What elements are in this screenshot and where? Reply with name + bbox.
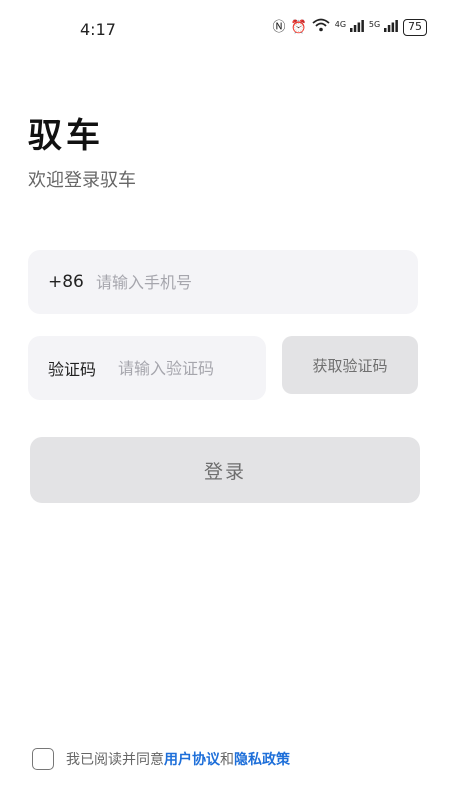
phone-field[interactable]: +86	[28, 250, 418, 314]
alarm-icon: ⏰	[290, 19, 307, 35]
code-field[interactable]: 验证码	[28, 336, 266, 400]
get-code-button[interactable]: 获取验证码	[282, 336, 418, 394]
status-icons: Ⓝ ⏰ 4G 5G 75	[273, 18, 427, 37]
phone-input[interactable]	[96, 272, 346, 292]
status-time: 4:17	[80, 20, 116, 39]
app-subtitle: 欢迎登录驭车	[28, 170, 136, 191]
status-bar: 4:17 Ⓝ ⏰ 4G 5G 75	[0, 0, 449, 56]
signal-4g-icon: 4G	[335, 20, 364, 35]
battery-icon: 75	[403, 19, 427, 36]
agreement-conjunction: 和	[220, 752, 234, 768]
login-button[interactable]: 登录	[30, 437, 420, 503]
signal-5g-icon: 5G	[369, 20, 398, 35]
code-input[interactable]	[118, 358, 258, 378]
privacy-policy-link[interactable]: 隐私政策	[234, 752, 290, 768]
code-label: 验证码	[48, 360, 97, 379]
wifi-icon	[312, 18, 330, 37]
user-agreement-link[interactable]: 用户协议	[164, 752, 220, 768]
agreement-text: 我已阅读并同意用户协议和隐私政策	[66, 749, 290, 769]
agreement-checkbox[interactable]	[32, 748, 54, 770]
nfc-icon: Ⓝ	[272, 19, 286, 35]
country-code-prefix: +86	[48, 272, 84, 292]
agreement-row: 我已阅读并同意用户协议和隐私政策	[32, 748, 290, 770]
agreement-prefix: 我已阅读并同意	[66, 752, 164, 768]
app-title: 驭车	[28, 116, 104, 156]
